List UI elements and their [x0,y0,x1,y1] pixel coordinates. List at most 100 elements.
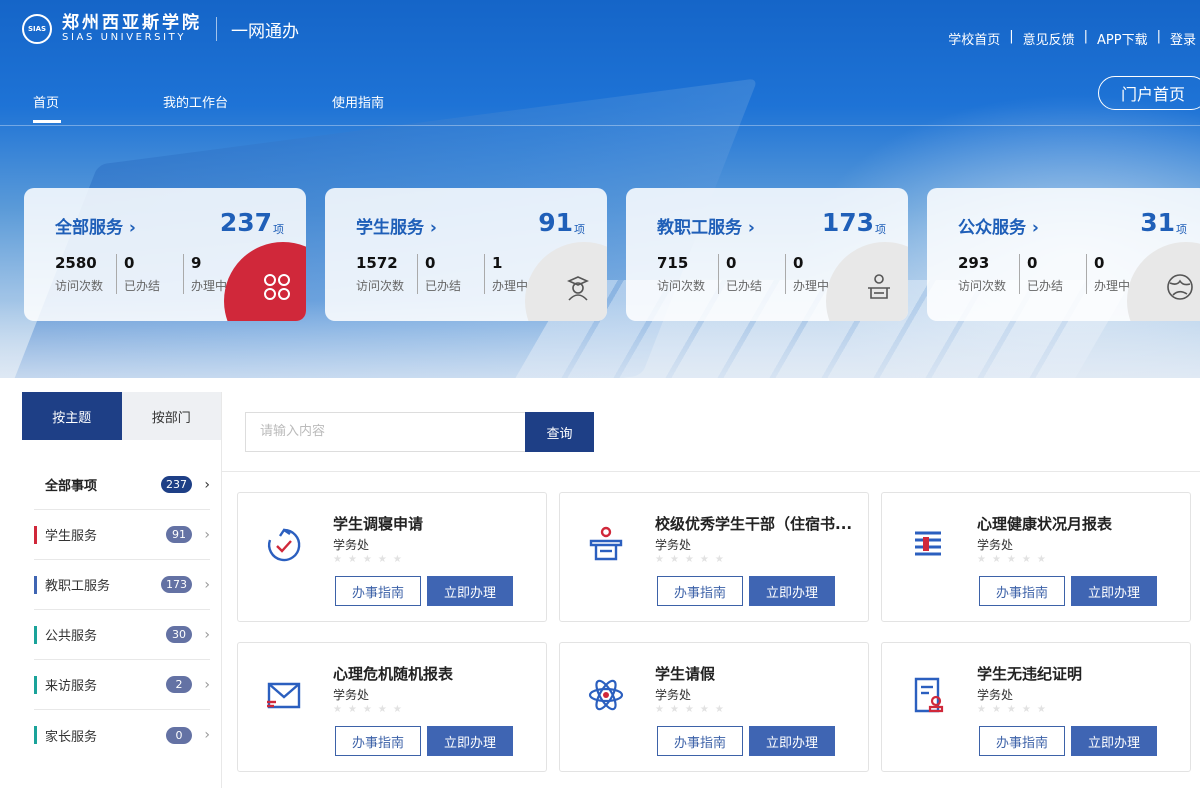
service-title[interactable]: 学生调寝申请 [333,513,423,534]
category-all[interactable]: 全部事项 237 › [34,460,210,510]
service-card[interactable]: 学生请假 学务处 ★★★★★ 办事指南 立即办理 [559,642,869,772]
stat-done: 0 已办结 [1019,254,1063,294]
logo[interactable]: SIAS 郑州西亚斯学院 SIAS UNIVERSITY 一网通办 [22,14,299,44]
card-unit: 项 [1176,223,1187,236]
search-input[interactable]: 请输入内容 [245,412,525,452]
nav-workbench[interactable]: 我的工作台 [163,92,228,124]
tab-by-topic[interactable]: 按主题 [22,392,122,440]
service-card[interactable]: 心理危机随机报表 学务处 ★★★★★ 办事指南 立即办理 [237,642,547,772]
rating-stars: ★★★★★ [977,554,1052,565]
stat-label: 已办结 [124,279,161,293]
category-staff[interactable]: 教职工服务 173 › [34,560,210,610]
rating-stars: ★★★★★ [333,704,408,715]
category-public[interactable]: 公共服务 30 › [34,610,210,660]
apply-button[interactable]: 立即办理 [749,726,835,756]
link-school-home[interactable]: 学校首页 [948,29,1000,48]
category-color-bar [34,675,37,694]
portal-home-button[interactable]: 门户首页 [1098,76,1200,110]
service-department: 学务处 [977,538,1014,552]
stat-label: 办理中 [1094,279,1131,293]
clock-check-icon [267,528,301,562]
teacher-icon [868,274,890,299]
card-title[interactable]: 公众服务 › [958,213,1039,238]
guide-button[interactable]: 办事指南 [657,726,743,756]
brand-name-en: SIAS UNIVERSITY [62,32,187,43]
service-card[interactable]: 学生无违纪证明 学务处 ★★★★★ 办事指南 立即办理 [881,642,1191,772]
search-button[interactable]: 查询 [525,412,594,452]
rating-stars: ★★★★★ [333,554,408,565]
tab-by-department[interactable]: 按部门 [121,392,221,440]
summary-card-student[interactable]: 学生服务 › 91 项 1572 访问次数 0 已办结 1 办理中 [325,188,607,321]
podium-icon [589,526,623,561]
nav-guide[interactable]: 使用指南 [332,92,384,124]
service-title[interactable]: 学生请假 [655,663,715,684]
apply-button[interactable]: 立即办理 [1071,726,1157,756]
service-department: 学务处 [333,688,370,702]
stat-label: 访问次数 [356,279,405,293]
category-count-badge: 91 [166,526,192,543]
top-links: 学校首页 | 意见反馈 | APP下载 | 登录 [948,29,1196,48]
apply-button[interactable]: 立即办理 [749,576,835,606]
apply-button[interactable]: 立即办理 [427,576,513,606]
guide-button[interactable]: 办事指南 [335,726,421,756]
stat-label: 办理中 [793,279,830,293]
card-title[interactable]: 教职工服务 › [657,213,755,238]
service-title[interactable]: 学生无违纪证明 [977,663,1082,684]
card-count: 91 [538,208,573,237]
category-label: 教职工服务 [45,579,111,594]
brand-subtitle: 一网通办 [231,21,299,42]
service-title[interactable]: 心理危机随机报表 [333,663,453,684]
summary-card-public[interactable]: 公众服务 › 31 项 293 访问次数 0 已办结 0 办理中 [927,188,1200,321]
stat-label: 访问次数 [958,279,1007,293]
category-count-badge: 173 [161,576,192,593]
category-color-bar [34,625,37,644]
stat-value: 1572 [356,254,398,272]
service-department: 学务处 [977,688,1014,702]
summary-card-staff[interactable]: 教职工服务 › 173 项 715 访问次数 0 已办结 0 办理中 [626,188,908,321]
service-title[interactable]: 心理健康状况月报表 [977,513,1112,534]
chevron-right-icon: › [204,476,210,493]
category-count-badge: 30 [166,626,192,643]
service-department: 学务处 [655,688,692,702]
chevron-right-icon: › [204,727,210,743]
category-visitor[interactable]: 来访服务 2 › [34,660,210,710]
service-card[interactable]: 校级优秀学生干部（住宿书... 学务处 ★★★★★ 办事指南 立即办理 [559,492,869,622]
category-panel: 按主题 按部门 全部事项 237 › 学生服务 91 › 教职工服务 173 ›… [22,392,222,788]
stat-label: 访问次数 [657,279,706,293]
rating-stars: ★★★★★ [977,704,1052,715]
content-divider [222,471,1200,472]
main-nav: 首页 我的工作台 使用指南 [33,92,488,124]
card-title[interactable]: 全部服务 › [55,213,136,238]
card-title[interactable]: 学生服务 › [356,213,437,238]
category-color-bar [34,525,37,544]
link-app-download[interactable]: APP下载 [1097,29,1148,48]
category-color-bar [34,575,37,594]
apply-button[interactable]: 立即办理 [427,726,513,756]
category-student[interactable]: 学生服务 91 › [34,510,210,560]
card-unit: 项 [574,223,585,236]
category-label: 来访服务 [45,679,98,694]
guide-button[interactable]: 办事指南 [657,576,743,606]
stat-label: 访问次数 [55,279,104,293]
service-title[interactable]: 校级优秀学生干部（住宿书... [655,513,852,534]
service-card[interactable]: 学生调寝申请 学务处 ★★★★★ 办事指南 立即办理 [237,492,547,622]
stat-label: 已办结 [1027,279,1064,293]
stat-doing: 9 办理中 [183,254,227,294]
stat-done: 0 已办结 [718,254,762,294]
stat-value: 0 [1094,254,1105,272]
guide-button[interactable]: 办事指南 [979,726,1065,756]
link-login[interactable]: 登录 [1170,29,1196,48]
chevron-right-icon: › [204,526,210,543]
nav-home[interactable]: 首页 [33,92,62,124]
guide-button[interactable]: 办事指南 [335,576,421,606]
link-separator: | [1009,29,1014,44]
rating-stars: ★★★★★ [655,554,730,565]
apply-button[interactable]: 立即办理 [1071,576,1157,606]
summary-card-all[interactable]: 全部服务 › 237 项 2580 访问次数 0 已办结 9 办理中 [24,188,306,321]
category-label: 公共服务 [45,629,98,644]
link-feedback[interactable]: 意见反馈 [1023,29,1075,48]
guide-button[interactable]: 办事指南 [979,576,1065,606]
stat-visits: 293 访问次数 [958,254,1006,294]
service-card[interactable]: 心理健康状况月报表 学务处 ★★★★★ 办事指南 立即办理 [881,492,1191,622]
category-parent[interactable]: 家长服务 0 › [34,710,210,760]
